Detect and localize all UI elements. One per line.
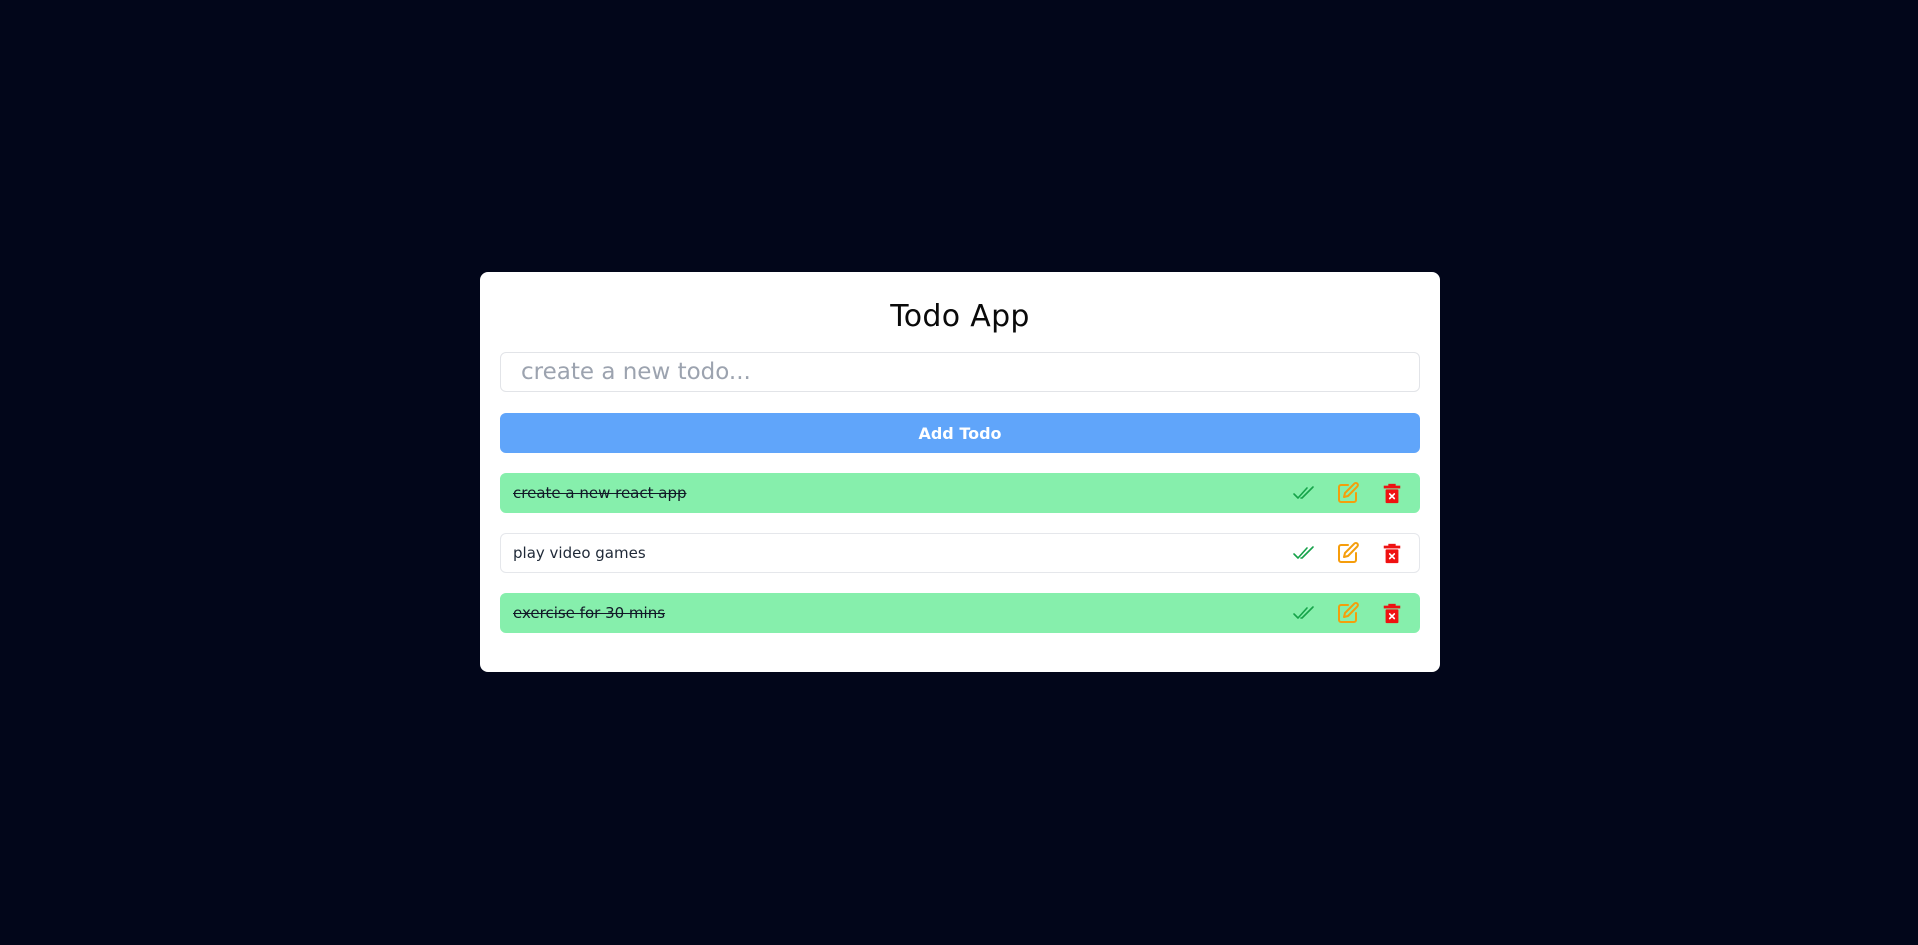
add-todo-button[interactable]: Add Todo bbox=[500, 413, 1420, 453]
trash-icon[interactable] bbox=[1379, 540, 1405, 566]
todo-item: create a new react app bbox=[500, 473, 1420, 513]
new-todo-input[interactable] bbox=[500, 352, 1420, 392]
double-check-icon[interactable] bbox=[1291, 600, 1317, 626]
todo-list: create a new react app play video games … bbox=[500, 473, 1420, 633]
todo-actions bbox=[1291, 540, 1405, 566]
todo-item: play video games bbox=[500, 533, 1420, 573]
edit-icon[interactable] bbox=[1335, 480, 1361, 506]
todo-actions bbox=[1291, 600, 1405, 626]
todo-card: Todo App Add Todo create a new react app bbox=[480, 272, 1440, 672]
edit-icon[interactable] bbox=[1335, 600, 1361, 626]
edit-icon[interactable] bbox=[1335, 540, 1361, 566]
todo-item: exercise for 30 mins bbox=[500, 593, 1420, 633]
double-check-icon[interactable] bbox=[1291, 540, 1317, 566]
page-title: Todo App bbox=[890, 299, 1030, 334]
todo-text: create a new react app bbox=[513, 484, 687, 502]
trash-icon[interactable] bbox=[1379, 600, 1405, 626]
trash-icon[interactable] bbox=[1379, 480, 1405, 506]
todo-text: play video games bbox=[513, 544, 646, 562]
double-check-icon[interactable] bbox=[1291, 480, 1317, 506]
todo-actions bbox=[1291, 480, 1405, 506]
todo-text: exercise for 30 mins bbox=[513, 604, 666, 622]
